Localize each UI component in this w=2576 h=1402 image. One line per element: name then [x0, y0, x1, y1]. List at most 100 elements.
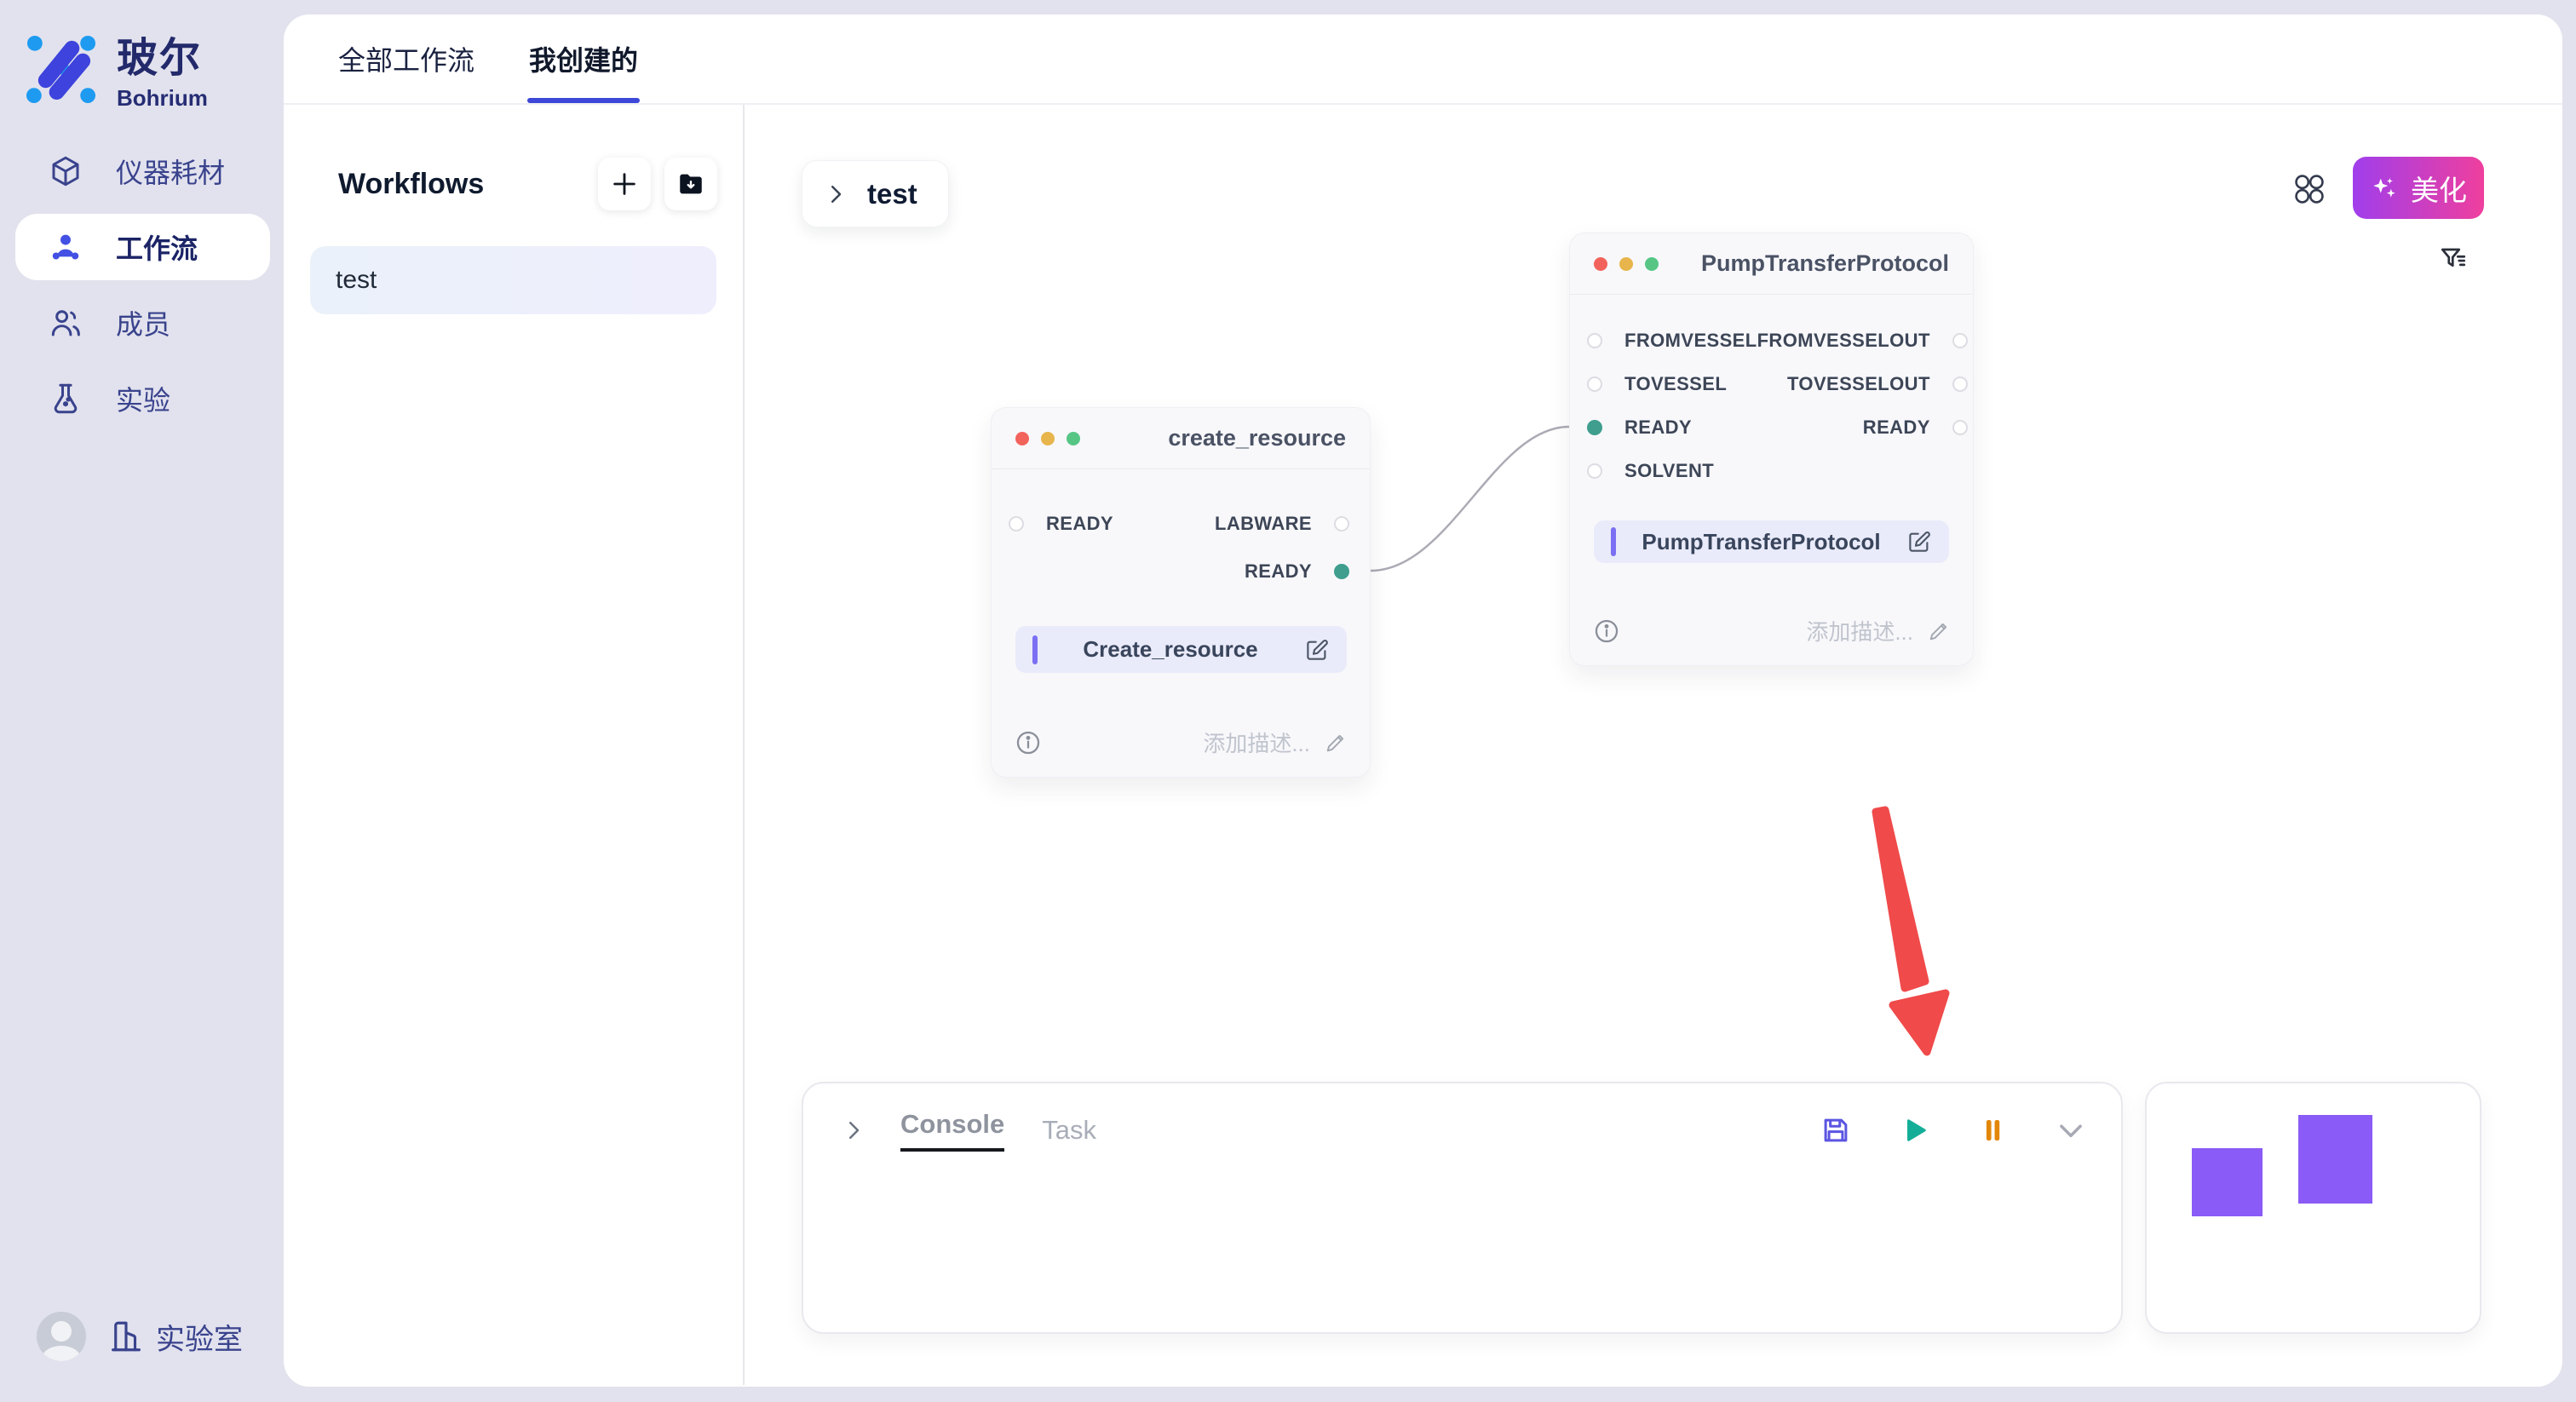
input-port-fromvessel[interactable]: FROMVESSEL: [1570, 319, 1757, 362]
port-circle[interactable]: [1587, 333, 1602, 348]
breadcrumb-label: test: [867, 178, 917, 210]
output-port-fromvesselout[interactable]: FROMVESSELOUT: [1757, 319, 1988, 362]
workflow-tabs: 全部工作流 我创建的: [284, 14, 2562, 105]
output-port-tovesselout[interactable]: TOVESSELOUT: [1757, 362, 1988, 405]
sidebar: 玻尔 Bohrium 仪器耗材 工作流: [0, 0, 284, 1402]
node-header: PumpTransferProtocol: [1570, 233, 1973, 295]
main-panel: 全部工作流 我创建的 Workflows: [284, 14, 2562, 1387]
org-switcher[interactable]: 实验室: [108, 1316, 243, 1358]
pencil-icon[interactable]: [1324, 731, 1348, 755]
input-port-tovessel[interactable]: TOVESSEL: [1570, 362, 1757, 405]
output-port-labware[interactable]: LABWARE: [1215, 500, 1370, 548]
port-circle[interactable]: [1952, 376, 1968, 392]
sidebar-item-label: 实验: [116, 379, 170, 418]
output-port-ready[interactable]: READY: [1215, 548, 1370, 595]
input-port-solvent[interactable]: SOLVENT: [1570, 449, 1757, 492]
sidebar-item-instruments[interactable]: 仪器耗材: [15, 138, 270, 204]
workflows-panel: Workflows test: [284, 105, 745, 1385]
node-header: create_resource: [992, 408, 1370, 469]
app-logo: 玻尔 Bohrium: [26, 24, 208, 112]
port-circle[interactable]: [1952, 420, 1968, 435]
sidebar-item-label: 成员: [116, 303, 170, 342]
workflow-list-item[interactable]: test: [310, 246, 716, 314]
sidebar-nav: 仪器耗材 工作流 成员: [15, 138, 270, 441]
bohrium-logo-icon: [26, 32, 98, 104]
node-footer: 添加描述...: [1570, 615, 1973, 665]
app-title: 玻尔: [117, 24, 208, 83]
workflow-canvas[interactable]: test 美化: [745, 105, 2562, 1385]
traffic-light-dots: [1594, 257, 1659, 271]
port-circle[interactable]: [1009, 516, 1024, 531]
workflows-title: Workflows: [338, 168, 484, 201]
pause-icon[interactable]: [1978, 1116, 2007, 1145]
yellow-dot-icon: [1619, 257, 1633, 271]
tab-console[interactable]: Console: [900, 1109, 1004, 1152]
node-action-pill[interactable]: Create_resource: [1015, 626, 1347, 673]
save-icon[interactable]: [1820, 1114, 1852, 1146]
workflow-icon: [48, 229, 83, 265]
chevron-down-icon[interactable]: [2055, 1114, 2087, 1146]
sidebar-item-workflow[interactable]: 工作流: [15, 214, 270, 280]
node-title: create_resource: [1168, 425, 1346, 451]
description-placeholder[interactable]: 添加描述...: [1203, 727, 1310, 758]
sidebar-item-label: 工作流: [116, 227, 198, 267]
node-ports: READY LABWARE READY: [992, 500, 1370, 595]
input-port-ready[interactable]: READY: [1570, 405, 1757, 449]
port-circle-connected[interactable]: [1334, 564, 1349, 579]
edit-icon[interactable]: [1304, 637, 1330, 663]
node-connection-edge: [1371, 427, 1569, 571]
input-port-ready[interactable]: READY: [992, 500, 1113, 548]
run-play-icon[interactable]: [1900, 1115, 1930, 1146]
chevron-right-icon: [823, 181, 848, 207]
output-port-ready[interactable]: READY: [1757, 405, 1988, 449]
minimap-node-rect: [2298, 1115, 2372, 1204]
port-row-empty: [992, 548, 1113, 595]
import-folder-button[interactable]: [664, 158, 717, 210]
members-icon: [48, 305, 83, 341]
green-dot-icon: [1067, 432, 1080, 445]
filter-icon[interactable]: [2438, 244, 2469, 275]
apps-grid-icon[interactable]: [2293, 173, 2326, 205]
description-placeholder[interactable]: 添加描述...: [1806, 615, 1913, 646]
sidebar-item-members[interactable]: 成员: [15, 290, 270, 356]
port-circle[interactable]: [1587, 463, 1602, 479]
node-ports: FROMVESSEL TOVESSEL READY SOLVENT: [1570, 319, 1973, 492]
edit-icon[interactable]: [1906, 529, 1932, 554]
tab-task[interactable]: Task: [1042, 1115, 1096, 1146]
tab-created-by-me[interactable]: 我创建的: [529, 14, 638, 103]
breadcrumb[interactable]: test: [802, 160, 949, 227]
port-circle[interactable]: [1587, 376, 1602, 392]
org-label: 实验室: [156, 1316, 243, 1358]
node-action-pill[interactable]: PumpTransferProtocol: [1594, 520, 1949, 563]
minimap[interactable]: [2145, 1082, 2481, 1334]
package-icon: [48, 153, 83, 189]
port-circle-connected[interactable]: [1587, 420, 1602, 435]
minimap-node-rect: [2192, 1148, 2263, 1216]
test-tube-icon: [48, 381, 83, 417]
sidebar-item-experiments[interactable]: 实验: [15, 365, 270, 432]
sidebar-footer: 实验室: [37, 1312, 243, 1361]
node-footer: 添加描述...: [992, 727, 1370, 777]
node-title: PumpTransferProtocol: [1701, 250, 1949, 277]
tab-all-workflows[interactable]: 全部工作流: [338, 14, 474, 103]
node-pump-transfer-protocol[interactable]: PumpTransferProtocol FROMVESSEL TOVESSEL: [1569, 233, 1974, 666]
green-dot-icon: [1645, 257, 1659, 271]
port-circle[interactable]: [1334, 516, 1349, 531]
node-create-resource[interactable]: create_resource READY LABWARE: [991, 407, 1371, 778]
sidebar-item-label: 仪器耗材: [116, 152, 225, 191]
info-icon[interactable]: [1014, 728, 1043, 757]
collapse-chevron-icon[interactable]: [841, 1118, 866, 1143]
beautify-button[interactable]: 美化: [2353, 157, 2484, 219]
building-icon: [108, 1319, 144, 1354]
yellow-dot-icon: [1041, 432, 1055, 445]
traffic-light-dots: [1015, 432, 1080, 445]
avatar[interactable]: [37, 1312, 86, 1361]
console-panel: Console Task: [802, 1082, 2123, 1334]
pencil-icon[interactable]: [1927, 619, 1951, 643]
add-workflow-button[interactable]: [598, 158, 651, 210]
beautify-label: 美化: [2411, 168, 2467, 209]
app-subtitle: Bohrium: [117, 85, 208, 112]
port-circle[interactable]: [1952, 333, 1968, 348]
info-icon[interactable]: [1592, 617, 1621, 646]
red-dot-icon: [1015, 432, 1029, 445]
